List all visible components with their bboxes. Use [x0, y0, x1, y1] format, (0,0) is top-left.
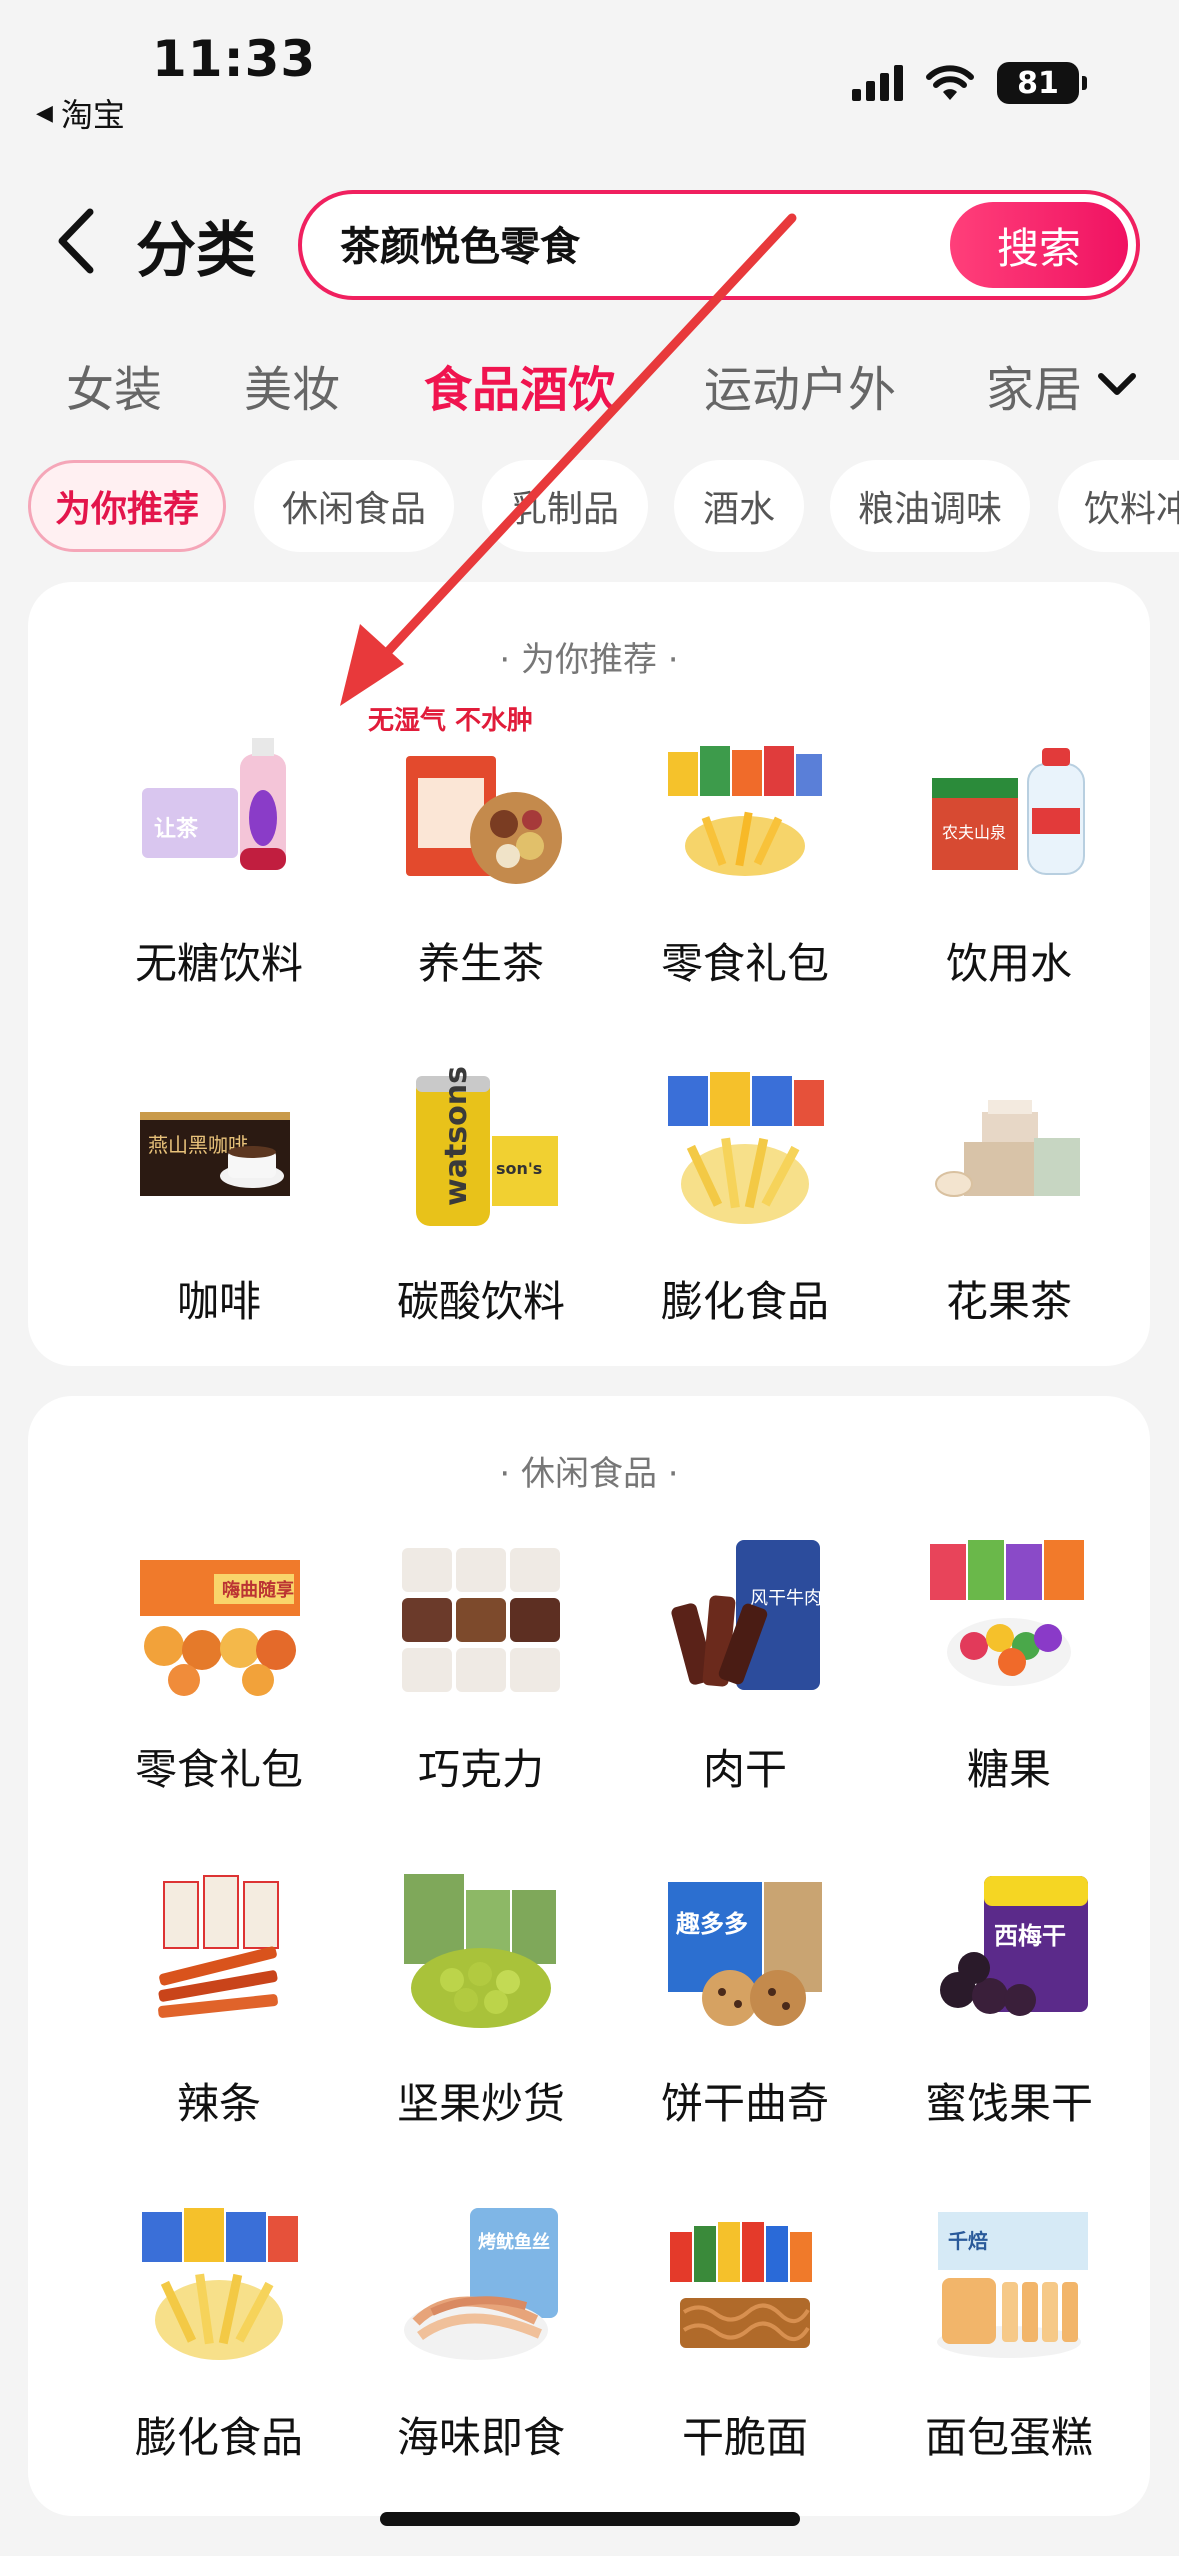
- category-tab[interactable]: 女装: [66, 350, 162, 420]
- grid-item-label: 辣条: [176, 2079, 261, 2128]
- sub-tab[interactable]: 粮油调味: [830, 460, 1030, 552]
- svg-text:西梅干: 西梅干: [994, 1922, 1066, 1950]
- search-input[interactable]: 茶颜悦色零食: [340, 214, 580, 272]
- category-tab[interactable]: 运动户外: [704, 350, 896, 420]
- status-time: 11:33: [152, 30, 317, 88]
- search-box[interactable]: 茶颜悦色零食 搜索: [298, 190, 1140, 300]
- nut-icon: [404, 1874, 556, 2028]
- puffed-snack-icon: [142, 2208, 298, 2360]
- grid-item-label: 养生茶: [417, 939, 544, 988]
- battery-icon: 81: [997, 62, 1087, 104]
- grid-item-label: 糖果: [966, 1745, 1051, 1794]
- grid-item-label: 膨化食品: [660, 1277, 829, 1326]
- svg-text:趣多多: 趣多多: [675, 1910, 748, 1938]
- search-button[interactable]: 搜索: [950, 202, 1128, 288]
- noodle-snack-icon: [670, 2222, 812, 2348]
- category-tabs: 女装 美妆 食品酒饮 运动户外 家居: [0, 340, 1179, 420]
- grid-item-label: 肉干: [702, 1745, 787, 1794]
- jerky-icon: 风干牛肉: [671, 1540, 822, 1690]
- bread-icon: 千焙: [937, 2212, 1088, 2358]
- flower-tea-icon: [935, 1100, 1080, 1197]
- grid-item-label: 花果茶: [945, 1277, 1072, 1326]
- section-title: · 为你推荐 ·: [499, 640, 679, 680]
- svg-text:千焙: 千焙: [948, 2229, 988, 2253]
- sub-tab[interactable]: 休闲食品: [254, 460, 454, 552]
- grid-item-label: 蜜饯果干: [924, 2079, 1093, 2128]
- svg-text:嗨曲随享: 嗨曲随享: [222, 1579, 294, 1601]
- header: 分类 茶颜悦色零食 搜索: [0, 180, 1179, 300]
- chevron-down-icon[interactable]: [1095, 362, 1139, 406]
- grid-item-label: 零食礼包: [660, 939, 829, 988]
- grid-item-label: 巧克力: [417, 1745, 544, 1794]
- svg-text:watsons: watsons: [439, 1066, 474, 1206]
- grid-item-label: 饼干曲奇: [660, 2079, 829, 2128]
- category-tab[interactable]: 家居: [986, 350, 1086, 420]
- grid-item-label: 饮用水: [945, 939, 1072, 988]
- snack-pack-icon: [668, 746, 822, 876]
- svg-text:烤鱿鱼丝: 烤鱿鱼丝: [478, 2231, 550, 2253]
- signal-icon: [852, 65, 903, 101]
- dried-fruit-icon: 西梅干: [940, 1876, 1088, 2016]
- sub-tab[interactable]: 饮料冲调: [1058, 460, 1179, 552]
- grid-item-label: 零食礼包: [134, 1745, 303, 1794]
- cookie-icon: 趣多多: [668, 1882, 822, 2026]
- back-triangle-icon: ◀: [36, 100, 53, 126]
- section-card-recommended: · 为你推荐 · 让茶 无糖饮料 无湿气 不水肿 养生茶 零食礼包 农夫山泉 饮…: [28, 582, 1150, 1366]
- seafood-snack-icon: 烤鱿鱼丝: [404, 2208, 558, 2360]
- status-bar: 11:33 ◀ 淘宝 81: [0, 0, 1179, 140]
- grid-item-label: 无糖饮料: [134, 939, 303, 988]
- section-card-leisure-food: · 休闲食品 · 嗨曲随享 零食礼包 巧克力 风干牛肉 肉干 糖果 辣条 坚果炒…: [28, 1396, 1150, 2516]
- coffee-icon: 燕山黑咖啡: [140, 1112, 290, 1196]
- grid-item-label: 海味即食: [396, 2413, 565, 2462]
- back-app-label: 淘宝: [60, 96, 125, 134]
- category-tab-active[interactable]: 食品酒饮: [424, 350, 616, 420]
- section-title: · 休闲食品 ·: [499, 1454, 679, 1494]
- soda-can-icon: watsons son's: [416, 1066, 558, 1226]
- sub-tab-active[interactable]: 为你推荐: [28, 460, 226, 552]
- page-title: 分类: [136, 216, 256, 286]
- grid-item-label: 面包蛋糕: [924, 2413, 1093, 2462]
- home-indicator[interactable]: [380, 2512, 800, 2526]
- herbal-tea-icon: [406, 756, 562, 884]
- svg-text:让茶: 让茶: [154, 817, 199, 842]
- spicy-strip-icon: [158, 1875, 279, 2018]
- snack-pack-icon: 嗨曲随享: [140, 1560, 300, 1696]
- puffed-snack-icon: [668, 1072, 824, 1224]
- candy-icon: [930, 1540, 1084, 1686]
- grid-item-label: 干脆面: [681, 2413, 808, 2462]
- svg-text:风干牛肉: 风干牛肉: [750, 1588, 822, 1609]
- grid-item-label: 咖啡: [176, 1277, 261, 1326]
- svg-text:农夫山泉: 农夫山泉: [942, 823, 1006, 842]
- wifi-icon: [926, 65, 974, 100]
- sub-tabs: 为你推荐 休闲食品 乳制品 酒水 粮油调味 饮料冲调: [0, 460, 1179, 552]
- water-bottle-icon: 农夫山泉: [932, 748, 1085, 875]
- back-chevron-icon[interactable]: [52, 206, 102, 276]
- grid-item-label: 膨化食品: [134, 2413, 303, 2462]
- back-to-app-button[interactable]: ◀ 淘宝: [36, 90, 125, 136]
- sub-tab[interactable]: 乳制品: [482, 460, 648, 552]
- drink-bottle-icon: 让茶: [142, 738, 286, 870]
- grid-item-label: 坚果炒货: [396, 2079, 565, 2128]
- svg-text:son's: son's: [496, 1159, 542, 1178]
- grid-item-label: 碳酸饮料: [396, 1277, 565, 1326]
- chocolate-icon: [402, 1548, 560, 1692]
- status-icons: 81: [852, 62, 1087, 104]
- sub-tab[interactable]: 酒水: [674, 460, 804, 552]
- category-tab[interactable]: 美妆: [244, 350, 340, 420]
